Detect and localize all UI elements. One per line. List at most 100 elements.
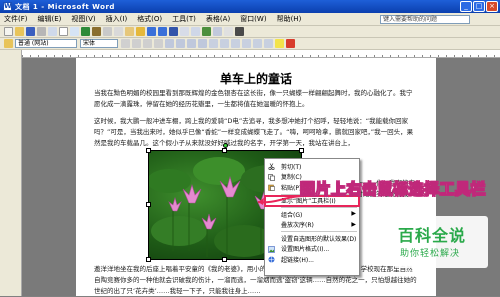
font-color-icon[interactable] bbox=[286, 39, 295, 48]
menu-bar: 文件(F) 编辑(E) 视图(V) 插入(I) 格式(O) 工具(T) 表格(A… bbox=[0, 13, 500, 26]
format-painter-icon[interactable] bbox=[136, 27, 145, 36]
align-center-icon[interactable] bbox=[176, 39, 185, 48]
italic-icon[interactable] bbox=[143, 39, 152, 48]
decrease-indent-icon[interactable] bbox=[242, 39, 251, 48]
menu-table[interactable]: 表格(A) bbox=[206, 14, 230, 24]
maximize-button[interactable]: □ bbox=[473, 1, 485, 12]
submenu-arrow-icon: ▶ bbox=[351, 210, 356, 217]
minimize-button[interactable]: _ bbox=[460, 1, 472, 12]
formatting-toolbar: 普通 (网站) 宋体 bbox=[0, 38, 500, 50]
copy-icon[interactable] bbox=[114, 27, 123, 36]
menu-file[interactable]: 文件(F) bbox=[4, 14, 28, 24]
menu-view[interactable]: 视图(V) bbox=[71, 14, 95, 24]
spelling-icon[interactable] bbox=[81, 27, 90, 36]
watermark-subtitle: 助你轻松解决 bbox=[400, 249, 461, 259]
ctx-copy-label: 复制(C) bbox=[281, 174, 302, 182]
ctx-format-picture-label: 设置图片格式(I)... bbox=[281, 246, 330, 254]
font-select[interactable]: 宋体 bbox=[80, 39, 118, 48]
paste-icon[interactable] bbox=[125, 27, 134, 36]
resize-handle-s[interactable] bbox=[222, 257, 227, 262]
ctx-order[interactable]: 叠放次序(R) ▶ bbox=[265, 220, 359, 231]
line-spacing-icon[interactable] bbox=[209, 39, 218, 48]
scissors-icon bbox=[268, 163, 275, 171]
window-controls: _ □ × bbox=[460, 1, 498, 12]
hyperlink-icon[interactable] bbox=[169, 27, 178, 36]
ctx-hyperlink[interactable]: 超链接(H)... bbox=[265, 254, 359, 265]
cut-icon[interactable] bbox=[103, 27, 112, 36]
annotation-arrow-icon bbox=[257, 195, 305, 205]
email-icon[interactable] bbox=[48, 27, 57, 36]
paste-icon bbox=[268, 184, 275, 191]
ctx-cut-label: 剪切(T) bbox=[281, 163, 302, 171]
insert-excel-icon[interactable] bbox=[202, 27, 211, 36]
styles-pane-icon[interactable] bbox=[4, 39, 13, 48]
font-size-icon[interactable] bbox=[121, 39, 130, 48]
resize-handle-ne[interactable] bbox=[299, 148, 304, 153]
redo-icon[interactable] bbox=[158, 27, 167, 36]
ctx-cut[interactable]: 剪切(T) bbox=[265, 161, 359, 172]
format-picture-icon bbox=[268, 245, 275, 253]
justify-icon[interactable] bbox=[198, 39, 207, 48]
show-hide-icon[interactable] bbox=[235, 27, 244, 36]
menu-tools[interactable]: 工具(T) bbox=[172, 14, 196, 24]
menu-help[interactable]: 帮助(H) bbox=[277, 14, 302, 24]
submenu-arrow-icon: ▶ bbox=[351, 220, 356, 228]
resize-handle-w[interactable] bbox=[146, 202, 151, 207]
watermark-logo-text: 百科全说 bbox=[398, 226, 467, 245]
print-icon[interactable] bbox=[59, 27, 68, 36]
resize-handle-nw[interactable] bbox=[146, 148, 151, 153]
paragraph-3[interactable]: 邀洋洋地坐在我的后座上唱着平安童的《我的老婆》，用小的凤凰心像被猫抓了一下，她说… bbox=[94, 264, 418, 297]
word-app-icon: W bbox=[3, 2, 12, 11]
new-document-icon[interactable] bbox=[4, 27, 13, 36]
context-menu: 剪切(T) 复制(C) 粘贴(P) 显示“图片”工具栏(I) 组合(G) ▶ 叠… bbox=[264, 158, 360, 276]
menu-window[interactable]: 窗口(W) bbox=[240, 14, 266, 24]
hyperlink-icon bbox=[268, 256, 275, 263]
ctx-group[interactable]: 组合(G) ▶ bbox=[265, 209, 359, 220]
document-title: 单车上的童话 bbox=[219, 72, 292, 86]
window-title: 文档 1 - Microsoft Word bbox=[15, 2, 115, 11]
bullets-icon[interactable] bbox=[231, 39, 240, 48]
align-left-icon[interactable] bbox=[165, 39, 174, 48]
ctx-set-default[interactable]: 设置自选图形的默认效果(D) bbox=[265, 233, 359, 244]
bold-icon[interactable] bbox=[132, 39, 141, 48]
callout-caption: 图片上右击鼠标选择工具栏 bbox=[300, 180, 487, 199]
ctx-paste-label: 粘贴(P) bbox=[281, 184, 302, 192]
highlight-icon[interactable] bbox=[275, 39, 284, 48]
ctx-set-default-label: 设置自选图形的默认效果(D) bbox=[281, 235, 357, 243]
ctx-order-label: 叠放次序(R) bbox=[281, 222, 314, 230]
insert-table-icon[interactable] bbox=[191, 27, 200, 36]
ctx-format-picture[interactable]: 设置图片格式(I)... bbox=[265, 244, 359, 255]
permission-icon[interactable] bbox=[37, 27, 46, 36]
align-right-icon[interactable] bbox=[187, 39, 196, 48]
undo-icon[interactable] bbox=[147, 27, 156, 36]
horizontal-ruler[interactable] bbox=[22, 50, 500, 58]
save-icon[interactable] bbox=[26, 27, 35, 36]
resize-handle-sw[interactable] bbox=[146, 257, 151, 262]
paragraph-2[interactable]: 这时候，我大鹏一般冲进车棚，跨上我的爱骑“D电”去追寻，我多想冲她打个招呼，轻轻… bbox=[94, 116, 418, 149]
increase-indent-icon[interactable] bbox=[253, 39, 262, 48]
copy-icon bbox=[268, 173, 275, 181]
menu-edit[interactable]: 编辑(E) bbox=[38, 14, 62, 24]
underline-icon[interactable] bbox=[154, 39, 163, 48]
paragraph-1[interactable]: 当我在黝色明媚的校园里看到那既辉煌的金色银杏在这长街，像一只蝴蝶一样翩翩起舞时，… bbox=[94, 88, 418, 110]
open-folder-icon[interactable] bbox=[15, 27, 24, 36]
title-bar: W 文档 1 - Microsoft Word _ □ × bbox=[0, 0, 500, 13]
research-icon[interactable] bbox=[92, 27, 101, 36]
drawing-icon[interactable] bbox=[224, 27, 233, 36]
close-button[interactable]: × bbox=[486, 1, 498, 12]
menu-format[interactable]: 格式(O) bbox=[137, 14, 162, 24]
standard-toolbar bbox=[0, 26, 500, 38]
resize-handle-n[interactable] bbox=[222, 148, 227, 153]
border-icon[interactable] bbox=[264, 39, 273, 48]
print-preview-icon[interactable] bbox=[70, 27, 79, 36]
vertical-ruler[interactable] bbox=[0, 50, 22, 296]
columns-icon[interactable] bbox=[213, 27, 222, 36]
document-page[interactable]: 单车上的童话 当我在黝色明媚的校园里看到那既辉煌的金色银杏在这长街，像一只蝴蝶一… bbox=[76, 58, 436, 296]
menu-insert[interactable]: 插入(I) bbox=[106, 14, 128, 24]
tables-borders-icon[interactable] bbox=[180, 27, 189, 36]
numbering-icon[interactable] bbox=[220, 39, 229, 48]
ctx-separator bbox=[281, 231, 357, 232]
ctx-group-label: 组合(G) bbox=[281, 211, 303, 219]
style-select[interactable]: 普通 (网站) bbox=[15, 39, 77, 48]
help-search-input[interactable]: 键入需要帮助的问题 bbox=[380, 15, 470, 24]
